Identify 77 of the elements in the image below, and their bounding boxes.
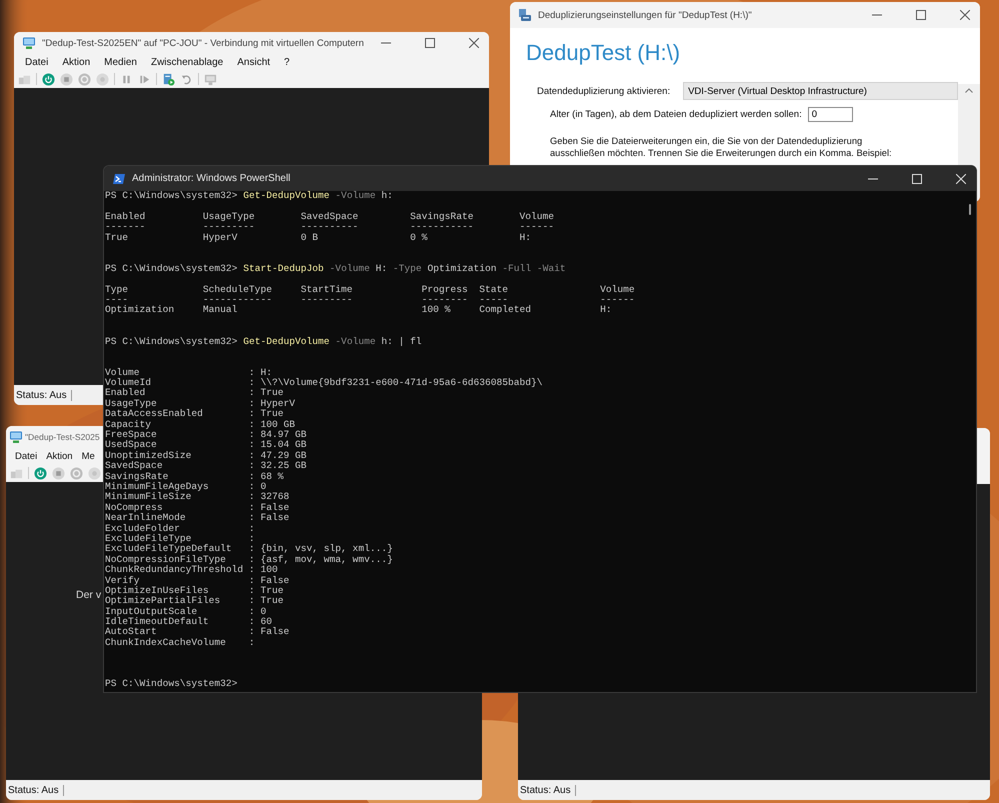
console-output: Capacity : 100 GB (105, 420, 296, 430)
menu-item[interactable]: Datei (15, 450, 38, 462)
menu-item[interactable]: Ansicht (237, 56, 270, 68)
console-output: UsedSpace : 15.04 GB (105, 440, 308, 451)
vm-message: Der v (76, 589, 102, 601)
console-output: MinimumFileSize : 32768 (105, 492, 290, 503)
console-output: NoCompress : False (105, 502, 290, 513)
console-output: Verify : False (105, 576, 290, 586)
console-output: UsageType : HyperV (105, 398, 296, 409)
computer-icon (22, 36, 36, 50)
stop-icon[interactable] (60, 72, 73, 86)
console-output: NoCompressionFileType : {asf, mov, wma, wmv...} (105, 554, 394, 565)
console-output: ExcludeFileTypeDefault : {bin, vsv, slp, xml...} (105, 544, 394, 555)
console-output: True HyperV 0 B 0 % H: (105, 232, 532, 243)
console-command: PS C:\Windows\system32> Get-DedupVolume -Volume h: (105, 191, 394, 202)
console-output: InputOutputScale : 0 (105, 606, 268, 617)
console-output: ChunkIndexCacheVolume : (105, 638, 256, 648)
console-output: OptimizePartialFiles : True (105, 596, 284, 607)
console-output: VolumeId : \\?\Volume{9bdf3231-e600-471d-95a6-6d636085babd}\ (105, 378, 544, 388)
computer-icon (9, 430, 23, 444)
console-output: SavingsRate : 68 % (105, 472, 284, 482)
menu-item[interactable]: Datei (25, 56, 48, 68)
console-output: ExcludeFileType : (105, 534, 256, 544)
console-output: OptimizeInUseFiles : True (105, 586, 284, 596)
console-output: ChunkRedundancyThreshold : 100 (105, 565, 279, 576)
mode-dropdown[interactable]: VDI-Server (Virtual Desktop Infrastructure) (683, 82, 958, 100)
status-text: Status: Aus (520, 784, 576, 796)
console-output: ExcludeFolder : (105, 524, 256, 534)
help-text: Geben Sie die Dateierweiterungen ein, die Sie von der Datendeduplizierung ausschließen möchten. Trennen Sie die Erweiterungen durch ein Komma. Beispiel: (550, 135, 893, 159)
console-output: IdleTimeoutDefault : 60 (105, 617, 272, 628)
status-text: Status: Aus (8, 784, 64, 796)
powershell-icon (112, 172, 126, 186)
console-output: DataAccessEnabled : True (105, 409, 284, 420)
window-title: Administrator: Windows PowerShell (132, 173, 290, 184)
scroll-up-icon[interactable] (965, 88, 973, 93)
menu-item[interactable]: Medien (104, 56, 137, 68)
scrollbar-thumb[interactable] (969, 204, 971, 215)
volume-heading: DedupTest (H:\) (526, 40, 682, 66)
window-title: "Dedup-Test-S2025 (25, 432, 100, 442)
drive-icon (518, 8, 532, 22)
age-field[interactable]: 0 (808, 107, 853, 122)
console-output: FreeSpace : 84.97 GB (105, 430, 308, 440)
window-title: Deduplizierungseinstellungen für "DedupTest (H:\)" (538, 10, 752, 20)
console-output: MinimumFileAgeDays : 0 (105, 482, 268, 492)
console-output: Optimization Manual 100 % Completed H: (105, 305, 613, 316)
console-output: ------- --------- ---------- ----------- ------ (105, 222, 556, 233)
console-output: Type ScheduleType StartTime Progress State Volume (105, 284, 636, 295)
console-output: Volume : H: (105, 368, 273, 378)
document-icon[interactable] (162, 72, 175, 86)
console-prompt: PS C:\Windows\system32> (105, 679, 238, 690)
console-command: PS C:\Windows\system32> Get-DedupVolume -Volume h: | fl (105, 336, 423, 347)
undo-icon[interactable] (180, 72, 193, 86)
console-output: UnoptimizedSize : 47.29 GB (105, 450, 308, 461)
console-output: ---- ------------ --------- -------- ----- ------ (105, 294, 636, 305)
maximize-icon[interactable] (425, 38, 435, 48)
close-icon[interactable] (960, 10, 970, 20)
console-output: Enabled : True (105, 388, 284, 399)
console-output: Enabled UsageType SavedSpace SavingsRate Volume (105, 212, 556, 222)
menu-item[interactable]: Me (82, 450, 95, 462)
stop-icon[interactable] (52, 466, 65, 480)
field-label: Alter (in Tagen), ab dem Dateien dedupliziert werden sollen: (550, 109, 802, 120)
menu-item[interactable]: Zwischenablage (150, 56, 224, 68)
menu-item[interactable]: Aktion (46, 450, 73, 462)
menu-item[interactable]: ? (284, 56, 290, 68)
maximize-icon[interactable] (916, 10, 926, 20)
menu-item[interactable]: Aktion (62, 56, 90, 68)
status-text: Status: Aus (16, 390, 72, 400)
field-label: Datendeduplizierung aktivieren: (537, 86, 670, 96)
power-icon[interactable] (42, 72, 55, 86)
monitor-icon[interactable] (204, 72, 217, 86)
close-icon[interactable] (469, 38, 479, 48)
console-output: NearInlineMode : False (105, 513, 290, 524)
window-title: "Dedup-Test-S2025EN" auf "PC-JOU" - Verbindung mit virtuellen Computern (42, 38, 364, 48)
console-output: SavedSpace : 32.25 GB (105, 461, 308, 472)
power-icon[interactable] (34, 466, 47, 480)
console-command: PS C:\Windows\system32> Start-DedupJob -Volume H: -Type Optimization -Full -Wait (105, 264, 567, 274)
console-output: AutoStart : False (105, 627, 290, 638)
